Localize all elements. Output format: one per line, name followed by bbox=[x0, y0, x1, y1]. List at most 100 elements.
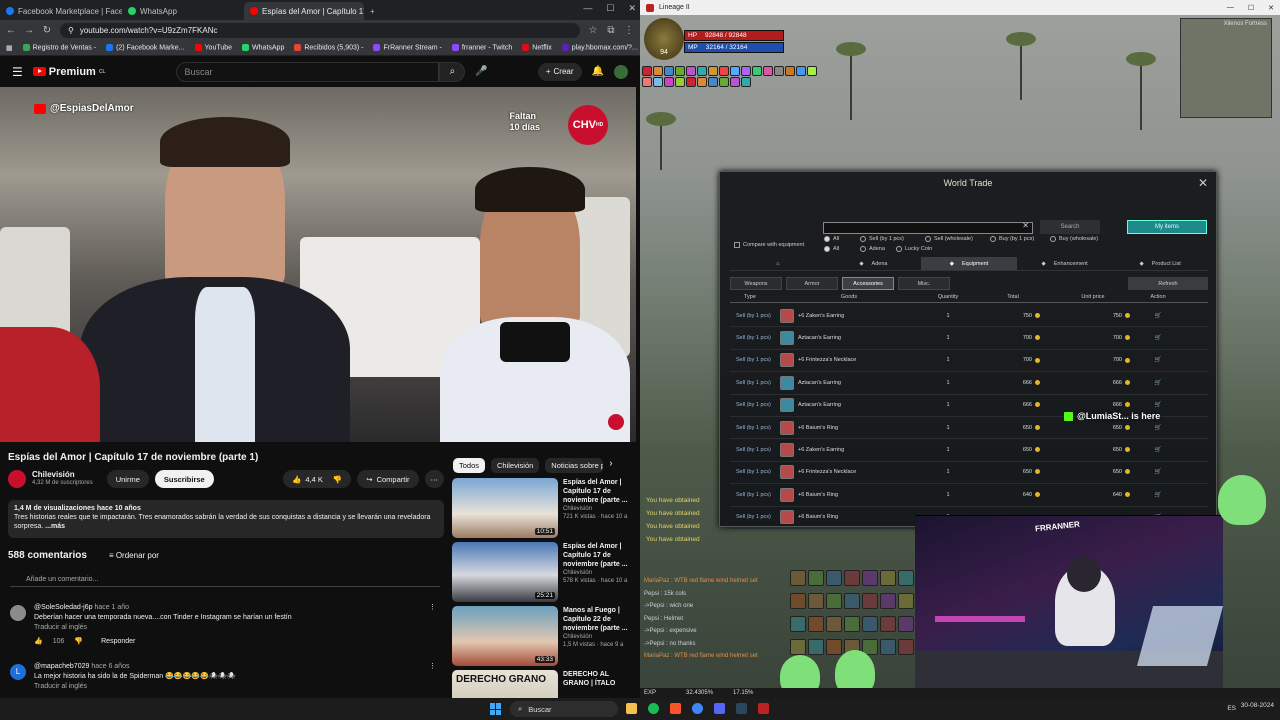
user-avatar[interactable] bbox=[614, 64, 628, 79]
video-thumbnail[interactable]: 43:33 bbox=[452, 606, 558, 666]
buff-icon[interactable] bbox=[686, 66, 696, 76]
hotbar-slot[interactable] bbox=[844, 570, 860, 586]
taskbar-search[interactable]: ⌕ Buscar bbox=[510, 701, 618, 717]
item-icon[interactable] bbox=[780, 331, 794, 346]
thumbs-down-icon[interactable]: 👎 bbox=[333, 475, 342, 484]
minimap[interactable]: Xilenos Fortress bbox=[1180, 18, 1272, 118]
hotbar-slot[interactable] bbox=[862, 570, 878, 586]
channel-avatar[interactable] bbox=[8, 470, 26, 488]
buff-icon[interactable] bbox=[796, 66, 806, 76]
bookmark-item[interactable]: FrRanner Stream - bbox=[373, 43, 442, 51]
cart-icon[interactable]: 🛒 bbox=[1138, 380, 1178, 386]
recommendation-item[interactable]: 10:51 Espías del Amor | Capítulo 17 de no… bbox=[452, 478, 632, 538]
category-tab[interactable]: ◆ Enhancement bbox=[1016, 257, 1113, 271]
buff-icon[interactable] bbox=[741, 77, 751, 87]
add-comment-input[interactable]: Añade un comentario... bbox=[10, 576, 440, 587]
item-icon[interactable] bbox=[780, 465, 794, 480]
buff-icon[interactable] bbox=[719, 66, 729, 76]
comment-avatar[interactable] bbox=[10, 605, 26, 621]
tab-whatsapp[interactable]: WhatsApp bbox=[122, 2, 244, 20]
item-icon[interactable] bbox=[780, 420, 794, 435]
refresh-button[interactable]: Refresh bbox=[1128, 277, 1208, 290]
hotbar-slot[interactable] bbox=[898, 639, 914, 655]
bookmark-item[interactable]: frranner - Twitch bbox=[451, 43, 512, 51]
buff-icon[interactable] bbox=[719, 77, 729, 87]
tab-facebook[interactable]: Facebook Marketplace | Facebook bbox=[0, 2, 122, 20]
site-info-icon[interactable]: ⚲ bbox=[68, 26, 74, 35]
hotbar-slot[interactable] bbox=[790, 616, 806, 632]
currency-radio[interactable]: Lucky Coin bbox=[896, 246, 932, 252]
steam-icon[interactable] bbox=[736, 703, 747, 714]
hotbar-slot[interactable] bbox=[898, 616, 914, 632]
bookmark-item[interactable]: YouTube bbox=[194, 43, 232, 51]
hotbar-slot[interactable] bbox=[898, 593, 914, 609]
maximize-icon[interactable]: ☐ bbox=[606, 3, 614, 14]
cart-icon[interactable]: 🛒 bbox=[1138, 492, 1178, 498]
like-button[interactable]: 👍 4,4 K 👎 bbox=[283, 470, 352, 488]
trade-row[interactable]: Sell (by 1 pcs) +6 Zaken's Earring 1 650 650… bbox=[730, 439, 1208, 462]
hotbar-slot[interactable] bbox=[826, 593, 842, 609]
trade-row[interactable]: Sell (by 1 pcs) +6 Frintezza's Necklace 1 6… bbox=[730, 462, 1208, 485]
cart-icon[interactable]: 🛒 bbox=[1138, 357, 1178, 363]
video-thumbnail[interactable]: 10:51 bbox=[452, 478, 558, 538]
buff-icon[interactable] bbox=[697, 66, 707, 76]
buff-icon[interactable] bbox=[697, 77, 707, 87]
cart-icon[interactable]: 🛒 bbox=[1138, 313, 1178, 319]
chip-channel[interactable]: Chilevisión bbox=[491, 458, 540, 473]
trade-row[interactable]: Sell (by 1 pcs) Aztacan's Earring 1 700 700 🛒 bbox=[730, 327, 1208, 350]
search-input[interactable]: Buscar bbox=[175, 61, 440, 82]
bookmark-item[interactable]: play.hbomax.com/?... bbox=[561, 43, 638, 51]
buff-icon[interactable] bbox=[730, 66, 740, 76]
cart-icon[interactable]: 🛒 bbox=[1138, 425, 1178, 431]
subtab[interactable]: Misc. bbox=[898, 277, 950, 290]
file-explorer-icon[interactable] bbox=[626, 703, 637, 714]
buff-icon[interactable] bbox=[752, 66, 762, 76]
forward-icon[interactable]: → bbox=[24, 25, 34, 36]
hotbar-slot[interactable] bbox=[808, 616, 824, 632]
channel-branding-icon[interactable] bbox=[608, 414, 624, 430]
buff-icon[interactable] bbox=[785, 66, 795, 76]
hotbar-slot[interactable] bbox=[880, 570, 896, 586]
clock[interactable]: 30-08-2024 bbox=[1241, 702, 1274, 709]
apps-icon[interactable]: ▦ bbox=[6, 44, 13, 52]
language-indicator[interactable]: ES bbox=[1227, 705, 1236, 712]
buff-icon[interactable] bbox=[741, 66, 751, 76]
video-thumbnail[interactable]: 25:21 bbox=[452, 542, 558, 602]
show-more-link[interactable]: ...más bbox=[45, 523, 65, 530]
hotbar-slot[interactable] bbox=[862, 593, 878, 609]
trade-search-button[interactable]: Search bbox=[1040, 220, 1100, 234]
maximize-icon[interactable]: ☐ bbox=[1248, 4, 1254, 12]
hotbar-slot[interactable] bbox=[808, 639, 824, 655]
trade-search-input[interactable]: ✕ bbox=[823, 221, 1033, 234]
menu-icon[interactable]: ⋮ bbox=[624, 25, 634, 36]
recommendation-title[interactable]: DERECHO AL GRANO | ÍTALO bbox=[563, 670, 633, 688]
buff-icon[interactable] bbox=[675, 66, 685, 76]
more-actions-button[interactable]: ⋯ bbox=[424, 470, 444, 488]
recommendation-channel[interactable]: Chilevisión bbox=[563, 505, 633, 513]
item-icon[interactable] bbox=[780, 353, 794, 368]
microphone-icon[interactable]: 🎤 bbox=[475, 66, 487, 77]
hotbar-slot[interactable] bbox=[826, 639, 842, 655]
buff-icon[interactable] bbox=[763, 66, 773, 76]
item-icon[interactable] bbox=[780, 398, 794, 413]
item-icon[interactable] bbox=[780, 375, 794, 390]
hotbar-slot[interactable] bbox=[880, 639, 896, 655]
buff-icon[interactable] bbox=[642, 66, 652, 76]
bell-icon[interactable]: 🔔 bbox=[592, 66, 604, 77]
bookmark-item[interactable]: Recibidos (5,903) - bbox=[294, 43, 363, 51]
chip-news[interactable]: Noticias sobre p bbox=[545, 458, 604, 473]
buff-icon[interactable] bbox=[774, 66, 784, 76]
brave-icon[interactable] bbox=[670, 703, 681, 714]
hotbar-slot[interactable] bbox=[880, 593, 896, 609]
cart-icon[interactable]: 🛒 bbox=[1138, 402, 1178, 408]
url-field[interactable]: ⚲ youtube.com/watch?v=U9zZm7FKANc bbox=[60, 22, 580, 38]
minimize-icon[interactable]: — bbox=[583, 3, 592, 14]
subtab[interactable]: Armor bbox=[786, 277, 838, 290]
recommendation-channel[interactable]: Chilevisión bbox=[563, 633, 633, 641]
cart-icon[interactable]: 🛒 bbox=[1138, 335, 1178, 341]
filter-radio[interactable]: Buy (wholesale) bbox=[1050, 236, 1098, 242]
bookmark-star-icon[interactable]: ☆ bbox=[588, 25, 598, 36]
buff-icon[interactable] bbox=[664, 77, 674, 87]
comment-menu-icon[interactable]: ⋮ bbox=[429, 662, 436, 672]
chrome-icon[interactable] bbox=[692, 703, 703, 714]
